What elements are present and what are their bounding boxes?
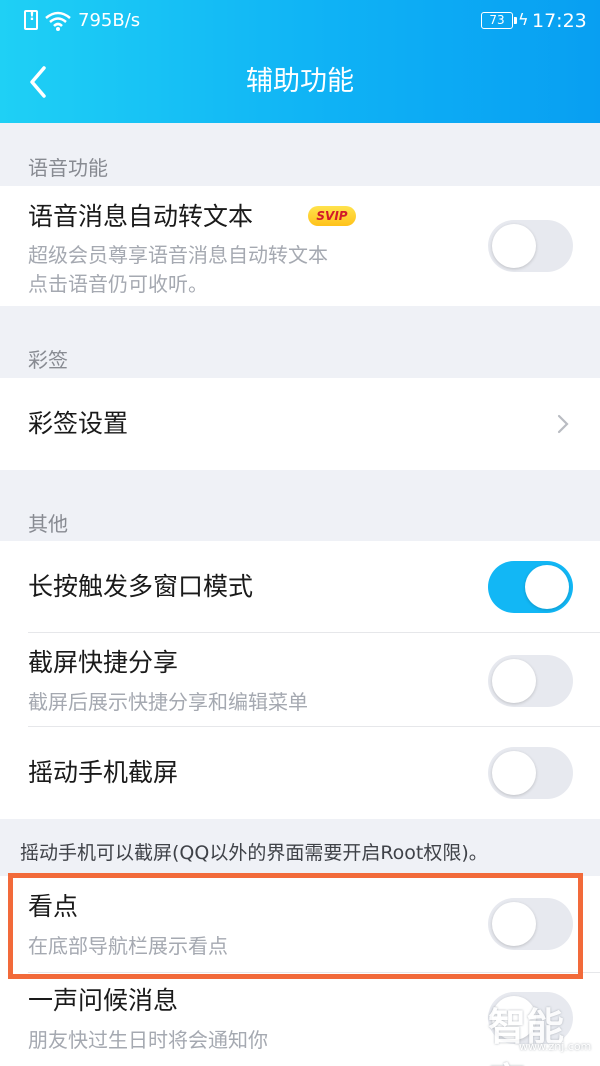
network-speed: 795B/s [78, 10, 141, 31]
row-title: 截屏快捷分享 [28, 648, 179, 677]
row-title: 摇动手机截屏 [28, 758, 179, 787]
clock: 17:23 [532, 10, 587, 32]
app-header: 795B/s 73 ϟ 17:23 辅助功能 [0, 0, 600, 123]
row-voice-to-text[interactable]: 语音消息自动转文本 超级会员尊享语音消息自动转文本 点击语音仍可收听。 [0, 186, 600, 306]
page-title: 辅助功能 [246, 66, 354, 97]
toggle-knob [492, 224, 536, 268]
toggle-knob [492, 659, 536, 703]
charging-icon: ϟ [518, 10, 529, 29]
section-label-other: 其他 [28, 512, 68, 536]
row-subtitle: 超级会员尊享语音消息自动转文本 [28, 243, 328, 267]
sim-alert-icon [24, 9, 38, 30]
shake-screenshot-toggle[interactable] [488, 747, 573, 799]
svip-badge: SVIP [308, 206, 356, 226]
toggle-knob [525, 565, 569, 609]
row-shake-screenshot[interactable]: 摇动手机截屏 [0, 727, 600, 819]
row-title: 语音消息自动转文本 [28, 202, 254, 231]
row-title: 一声问候消息 [28, 986, 179, 1015]
screenshot-share-toggle[interactable] [488, 655, 573, 707]
row-subtitle: 朋友快过生日时将会通知你 [28, 1028, 268, 1052]
row-caiqian-settings[interactable]: 彩签设置 [0, 378, 600, 470]
status-bar: 795B/s 73 ϟ 17:23 [0, 0, 600, 42]
row-title: 长按触发多窗口模式 [28, 572, 254, 601]
toggle-knob [492, 751, 536, 795]
section-label-caiqian: 彩签 [28, 348, 68, 372]
shake-screenshot-note: 摇动手机可以截屏(QQ以外的界面需要开启Root权限)。 [20, 842, 488, 864]
watermark-logo: 智能家 [488, 1005, 565, 1066]
watermark-url: www.znj.com [519, 1040, 592, 1053]
highlight-box [8, 873, 583, 979]
row-subtitle-2: 点击语音仍可收听。 [28, 272, 208, 296]
voice-to-text-toggle[interactable] [488, 220, 573, 272]
section-label-voice: 语音功能 [28, 156, 108, 180]
wifi-icon [45, 11, 71, 31]
multiwindow-toggle[interactable] [488, 561, 573, 613]
row-long-press-multiwindow[interactable]: 长按触发多窗口模式 [0, 541, 600, 633]
row-screenshot-share[interactable]: 截屏快捷分享 截屏后展示快捷分享和编辑菜单 [0, 633, 600, 727]
row-title: 彩签设置 [28, 409, 129, 438]
battery-icon: 73 [481, 12, 517, 29]
chevron-right-icon [557, 414, 569, 434]
row-subtitle: 截屏后展示快捷分享和编辑菜单 [28, 690, 308, 714]
battery-level: 73 [489, 13, 505, 27]
